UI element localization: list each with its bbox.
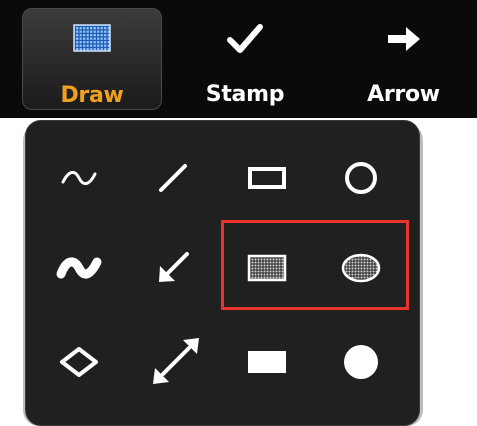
arrow-label: Arrow	[367, 82, 440, 107]
ellipse-outline-button[interactable]	[315, 132, 407, 224]
diamond-outline-icon	[60, 347, 98, 377]
annotation-toolbar: Draw Stamp Arrow	[0, 0, 477, 118]
arrow-line-icon	[159, 252, 189, 282]
rectangle-semi-transparent-button[interactable]	[221, 222, 313, 314]
freehand-thick-button[interactable]	[33, 222, 125, 314]
arrow-button[interactable]: Arrow	[330, 8, 477, 110]
double-arrow-line-button[interactable]	[127, 316, 219, 408]
draw-label: Draw	[60, 83, 124, 108]
freehand-thin-icon	[61, 171, 97, 185]
diamond-outline-button[interactable]	[33, 316, 125, 408]
stamp-button[interactable]: Stamp	[175, 8, 315, 110]
stamp-label: Stamp	[205, 82, 285, 107]
draw-grid-icon	[72, 23, 112, 57]
rectangle-filled-icon	[248, 351, 286, 373]
double-arrow-line-icon	[153, 338, 199, 384]
ellipse-filled-icon	[344, 345, 378, 379]
ellipse-outline-icon	[345, 162, 377, 194]
draw-button[interactable]: Draw	[22, 8, 162, 110]
rectangle-outline-icon	[248, 167, 286, 189]
ellipse-semi-transparent-icon	[341, 253, 381, 283]
freehand-thick-icon	[56, 257, 102, 279]
right-arrow-icon	[384, 22, 424, 60]
rectangle-semi-transparent-icon	[247, 254, 287, 282]
line-icon	[159, 164, 187, 192]
freehand-thin-button[interactable]	[33, 132, 125, 224]
ellipse-semi-transparent-button[interactable]	[315, 222, 407, 314]
arrow-line-button[interactable]	[127, 222, 219, 314]
line-button[interactable]	[127, 132, 219, 224]
checkmark-icon	[225, 22, 265, 60]
rectangle-filled-button[interactable]	[221, 316, 313, 408]
ellipse-filled-button[interactable]	[315, 316, 407, 408]
rectangle-outline-button[interactable]	[221, 132, 313, 224]
